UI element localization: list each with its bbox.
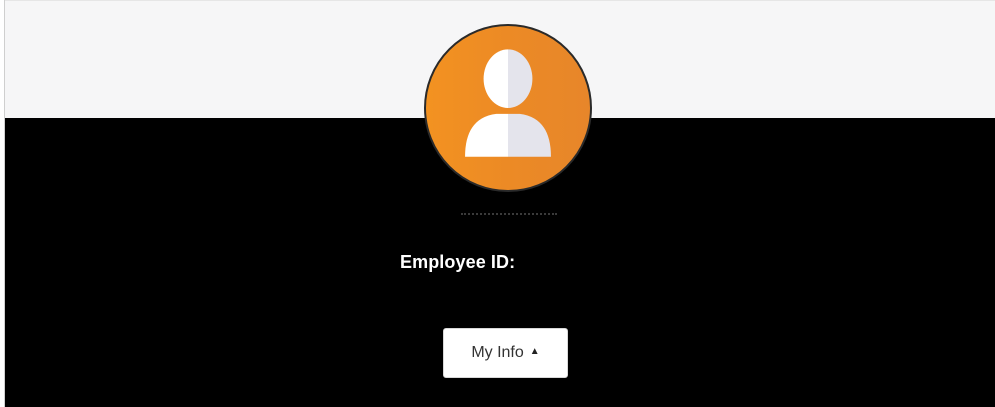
profile-card: Employee ID: My Info ▲ <box>4 0 995 407</box>
caret-up-icon: ▲ <box>529 346 540 357</box>
my-info-button[interactable]: My Info ▲ <box>443 328 568 378</box>
name-placeholder-divider <box>461 213 557 215</box>
avatar <box>424 24 592 192</box>
employee-id-label: Employee ID: <box>400 252 516 272</box>
user-silhouette-icon <box>465 49 551 157</box>
my-info-button-label: My Info <box>471 344 524 361</box>
